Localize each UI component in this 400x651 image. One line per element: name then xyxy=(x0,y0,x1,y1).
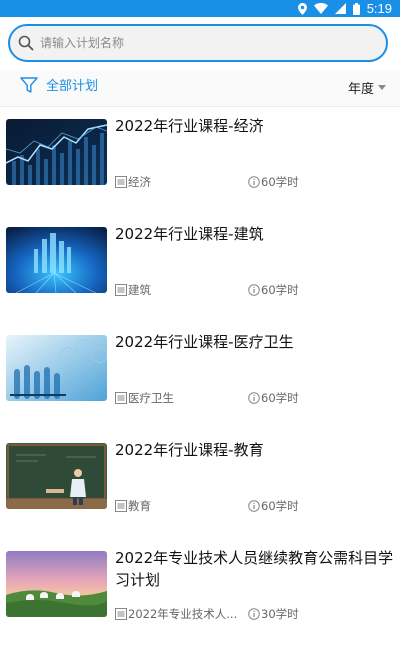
list-icon xyxy=(115,176,127,188)
course-category-label: 2022年专业技术人... xyxy=(128,607,238,621)
list-icon xyxy=(115,608,127,620)
course-item[interactable]: 2022年行业课程-经济 经济 60学时 xyxy=(0,111,400,219)
year-label: 年度 xyxy=(347,82,374,97)
info-icon xyxy=(248,284,260,296)
course-category-label: 经济 xyxy=(128,175,151,189)
course-title: 2022年专业技术人员继续教育公需科目学习计划 xyxy=(115,549,394,589)
info-icon xyxy=(248,500,260,512)
course-title: 2022年行业课程-教育 xyxy=(115,441,264,459)
course-hours-label: 60学时 xyxy=(261,283,299,297)
course-meta: 教育 60学时 xyxy=(115,498,299,514)
course-category: 教育 xyxy=(115,498,248,514)
course-thumbnail xyxy=(6,119,107,185)
list-icon xyxy=(115,284,127,296)
course-item[interactable]: 2022年行业课程-建筑 建筑 60学时 xyxy=(0,219,400,327)
course-hours: 60学时 xyxy=(248,282,299,298)
course-hours: 60学时 xyxy=(248,174,299,190)
course-category: 经济 xyxy=(115,174,248,190)
all-plans-label: 全部计划 xyxy=(46,79,99,94)
wifi-icon xyxy=(313,3,328,14)
filter-icon xyxy=(20,76,38,93)
course-hours-label: 60学时 xyxy=(261,175,299,189)
battery-icon xyxy=(352,2,360,15)
course-hours-label: 60学时 xyxy=(261,391,299,405)
search-input[interactable] xyxy=(38,35,386,51)
course-title: 2022年行业课程-经济 xyxy=(115,117,264,135)
course-hours-label: 30学时 xyxy=(261,607,299,621)
course-category: 医疗卫生 xyxy=(115,390,248,406)
info-icon xyxy=(248,392,260,404)
course-category-label: 医疗卫生 xyxy=(128,391,174,405)
search-icon xyxy=(18,35,34,51)
course-item[interactable]: 2022年专业技术人员继续教育公需科目学习计划 2022年专业技术人... 30… xyxy=(0,543,400,651)
course-title: 2022年行业课程-建筑 xyxy=(115,225,264,243)
info-icon xyxy=(248,176,260,188)
course-item[interactable]: 2022年行业课程-教育 教育 60学时 xyxy=(0,435,400,543)
location-icon xyxy=(297,2,307,15)
course-hours-label: 60学时 xyxy=(261,499,299,513)
signal-icon xyxy=(334,3,346,14)
all-plans-filter[interactable]: 全部计划 xyxy=(20,75,98,94)
course-meta: 建筑 60学时 xyxy=(115,282,299,298)
dropdown-arrow-icon xyxy=(378,84,386,90)
course-hours: 60学时 xyxy=(248,390,299,406)
filter-bar: 全部计划 年度 xyxy=(0,70,400,107)
status-time: 5:19 xyxy=(366,1,392,16)
course-thumbnail xyxy=(6,443,107,509)
course-item[interactable]: 2022年行业课程-医疗卫生 医疗卫生 60学时 xyxy=(0,327,400,435)
year-dropdown[interactable]: 年度 xyxy=(348,78,386,97)
info-icon xyxy=(248,608,260,620)
list-icon xyxy=(115,500,127,512)
course-title: 2022年行业课程-医疗卫生 xyxy=(115,333,294,351)
course-thumbnail xyxy=(6,551,107,617)
course-category-label: 建筑 xyxy=(128,283,151,297)
status-bar: 5:19 xyxy=(0,0,400,17)
course-meta: 2022年专业技术人... 30学时 xyxy=(115,606,299,622)
course-thumbnail xyxy=(6,227,107,293)
search-bar[interactable] xyxy=(8,24,388,62)
course-category-label: 教育 xyxy=(128,499,151,513)
course-category: 建筑 xyxy=(115,282,248,298)
course-meta: 经济 60学时 xyxy=(115,174,299,190)
course-meta: 医疗卫生 60学时 xyxy=(115,390,299,406)
status-icons: 5:19 xyxy=(297,1,392,16)
list-icon xyxy=(115,392,127,404)
course-thumbnail xyxy=(6,335,107,401)
course-hours: 60学时 xyxy=(248,498,299,514)
course-hours: 30学时 xyxy=(248,606,299,622)
course-category: 2022年专业技术人... xyxy=(115,606,248,622)
